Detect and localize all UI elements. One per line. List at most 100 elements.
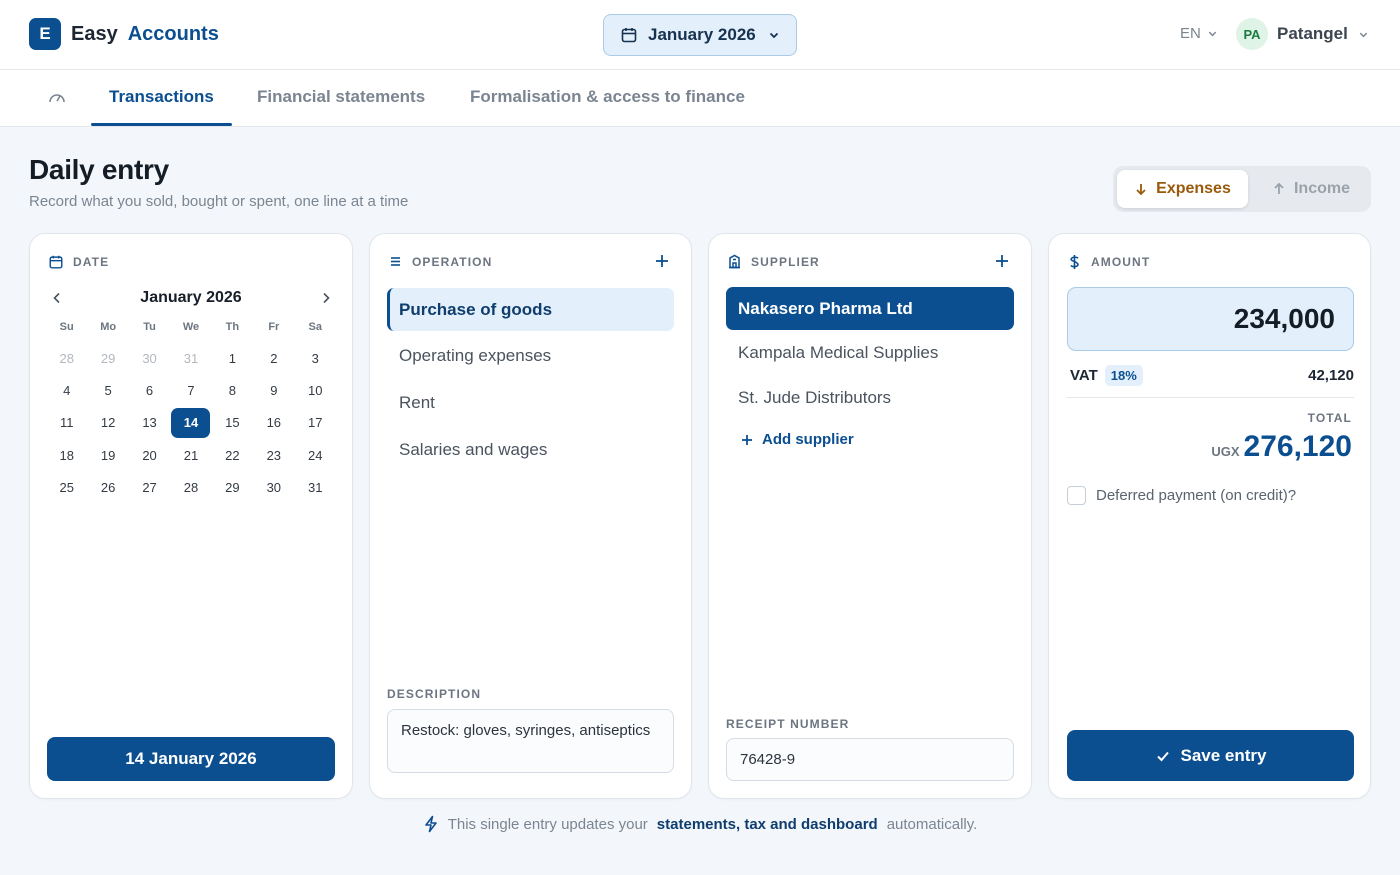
calendar-day-number: 30 [266, 480, 282, 496]
calendar-day[interactable]: 30 [129, 342, 170, 374]
tab-financial-statements[interactable]: Financial statements [257, 87, 425, 107]
chevron-down-icon [1208, 31, 1217, 37]
calendar-day[interactable]: 1 [212, 342, 253, 374]
calendar-day[interactable]: 8 [212, 374, 253, 406]
receipt-number-label: RECEIPT NUMBER [726, 717, 850, 731]
total-label: TOTAL [1307, 411, 1352, 425]
dashboard-gauge-icon[interactable] [47, 89, 67, 105]
footer-highlight: statements, tax and dashboard [656, 815, 878, 833]
currency-label: UGX [1211, 444, 1240, 459]
operation-option-rent[interactable]: Rent [387, 381, 674, 424]
calendar-day[interactable]: 28 [46, 342, 87, 374]
calendar-day[interactable]: 30 [253, 472, 294, 504]
calendar-day[interactable]: 23 [253, 439, 294, 471]
calendar-day[interactable]: 15 [212, 407, 253, 439]
tab-formalisation[interactable]: Formalisation & access to finance [470, 87, 745, 107]
calendar-weekday: Th [225, 321, 240, 333]
footer-note: This single entry updates your statement… [0, 815, 1400, 833]
app-name-accounts: Accounts [127, 22, 219, 45]
calendar-day[interactable]: 29 [212, 472, 253, 504]
date-card-header: DATE [48, 254, 109, 270]
operation-option-salaries[interactable]: Salaries and wages [387, 428, 674, 471]
deferred-payment-checkbox[interactable] [1067, 486, 1086, 505]
calendar-day[interactable]: 4 [46, 374, 87, 406]
calendar-day[interactable]: 20 [129, 439, 170, 471]
period-selector[interactable]: January 2026 [603, 14, 797, 56]
calendar-day-number: 12 [100, 415, 116, 431]
calendar-day[interactable]: 22 [212, 439, 253, 471]
calendar-day[interactable]: 6 [129, 374, 170, 406]
chevron-right-icon[interactable] [319, 291, 333, 305]
app-name-easy: Easy [71, 22, 118, 45]
selected-date-button[interactable]: 14 January 2026 [47, 737, 335, 781]
calendar-day[interactable]: 18 [46, 439, 87, 471]
arrow-up-icon [1274, 182, 1284, 194]
footer-suffix: automatically. [886, 815, 978, 833]
total-value: 276,120 [1243, 430, 1352, 463]
calendar-day[interactable]: 25 [46, 472, 87, 504]
operation-option-purchase-of-goods[interactable]: Purchase of goods [387, 288, 674, 331]
calendar-day[interactable]: 12 [87, 407, 128, 439]
amount-input[interactable]: 234,000 [1067, 287, 1354, 351]
calendar-day[interactable]: 29 [87, 342, 128, 374]
calendar-day-number: 28 [183, 480, 199, 496]
description-label: DESCRIPTION [387, 687, 482, 701]
calendar-day[interactable]: 2 [253, 342, 294, 374]
calendar-day[interactable]: 13 [129, 407, 170, 439]
tab-transactions[interactable]: Transactions [109, 87, 214, 107]
receipt-number-field[interactable] [726, 738, 1014, 781]
calendar-grid: Su Mo Tu We Th Fr Sa 28 29 30 31 1 2 3 4 5 6 7 8 9 10 11 12 13 1… [46, 318, 336, 504]
calendar-day[interactable]: 31 [170, 342, 211, 374]
vat-rate-badge[interactable]: 18% [1104, 364, 1143, 386]
amount-card-title: AMOUNT [1091, 255, 1151, 269]
add-operation-plus-icon[interactable] [653, 252, 671, 270]
operation-option-operating-expenses[interactable]: Operating expenses [387, 334, 674, 377]
supplier-option-kampala[interactable]: Kampala Medical Supplies [726, 331, 1014, 374]
calendar-day-number: 3 [311, 350, 319, 366]
calendar-day[interactable]: 17 [295, 407, 336, 439]
calendar-day[interactable]: 7 [170, 374, 211, 406]
add-supplier-link[interactable]: Add supplier [740, 431, 854, 448]
page-title: Daily entry [29, 154, 169, 185]
calendar-day-number: 4 [63, 383, 71, 399]
calendar-day[interactable]: 3 [295, 342, 336, 374]
calendar-day[interactable]: 31 [295, 472, 336, 504]
app-logo[interactable]: E Easy Accounts [29, 18, 219, 50]
calendar-day-number: 28 [59, 350, 74, 366]
expenses-toggle-button[interactable]: Expenses [1117, 170, 1248, 208]
calendar-day-number: 11 [59, 415, 74, 431]
supplier-option-nakasero[interactable]: Nakasero Pharma Ltd [726, 287, 1014, 330]
supplier-card: SUPPLIER Nakasero Pharma Ltd Kampala Med… [708, 233, 1032, 799]
calendar-day[interactable]: 21 [170, 439, 211, 471]
tab-bar: Transactions Financial statements Formal… [0, 70, 1400, 127]
add-supplier-plus-icon[interactable] [993, 252, 1011, 270]
calendar-day[interactable]: 19 [87, 439, 128, 471]
calendar-day-number: 5 [104, 383, 112, 399]
deferred-payment-option[interactable]: Deferred payment (on credit)? [1067, 486, 1296, 505]
calendar-day[interactable]: 11 [46, 407, 87, 439]
calendar-day[interactable]: 27 [129, 472, 170, 504]
calendar-month-label: January 2026 [140, 289, 242, 306]
calendar-day-number: 15 [225, 415, 240, 431]
supplier-option-st-jude[interactable]: St. Jude Distributors [726, 376, 1014, 419]
calendar-day[interactable]: 9 [253, 374, 294, 406]
user-menu[interactable]: PA Patangel [1236, 18, 1369, 50]
calendar-day-number: 14 [171, 407, 211, 438]
save-entry-button[interactable]: Save entry [1067, 730, 1354, 781]
language-selector[interactable]: EN [1180, 25, 1218, 42]
income-toggle-button[interactable]: Income [1255, 170, 1367, 208]
total-row: UGX 276,120 [1211, 430, 1352, 464]
calendar-day[interactable]: 28 [170, 472, 211, 504]
description-field[interactable]: Restock: gloves, syringes, antiseptics [387, 709, 674, 773]
vat-row: VAT 18% 42,120 [1070, 362, 1354, 388]
calendar-day-number: 17 [308, 415, 323, 431]
active-tab-indicator [91, 123, 232, 126]
calendar-day-number: 8 [228, 383, 236, 399]
calendar-day-selected[interactable]: 14 [170, 407, 211, 439]
calendar-day[interactable]: 16 [253, 407, 294, 439]
calendar-day[interactable]: 24 [295, 439, 336, 471]
calendar-day[interactable]: 5 [87, 374, 128, 406]
calendar-day[interactable]: 10 [295, 374, 336, 406]
calendar-day[interactable]: 26 [87, 472, 128, 504]
calendar-week-row: 28 29 30 31 1 2 3 [46, 342, 336, 374]
